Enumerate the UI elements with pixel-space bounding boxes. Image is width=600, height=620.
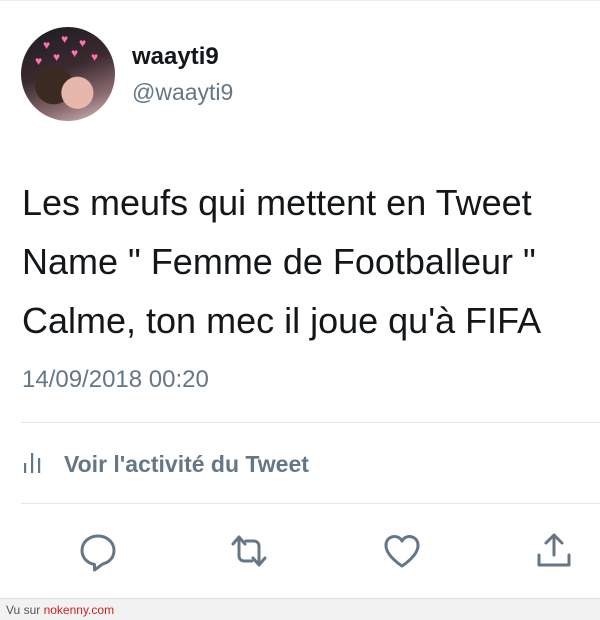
heart-icon: ♥ — [61, 32, 69, 46]
retweet-icon — [227, 535, 271, 577]
tweet-activity-link[interactable]: Voir l'activité du Tweet — [22, 446, 309, 482]
tweet-text-line: Calme, ton mec il joue qu'à FIFA — [22, 300, 542, 341]
tweet-text-line: Les meufs qui mettent en Tweet — [22, 182, 532, 223]
heart-icon: ♥ — [53, 50, 61, 64]
divider — [21, 422, 600, 423]
like-icon — [380, 534, 424, 577]
tweet-text-line: Name " Femme de Footballeur " — [22, 241, 536, 282]
share-icon — [532, 533, 576, 577]
tweet-text: Les meufs qui mettent en Tweet Name " Fe… — [22, 173, 592, 350]
heart-icon: ♥ — [35, 54, 43, 68]
heart-icon: ♥ — [79, 36, 87, 50]
reply-icon — [76, 534, 120, 577]
source-footer: Vu sur nokenny.com — [0, 598, 600, 620]
footer-site-link[interactable]: nokenny.com — [44, 603, 114, 617]
display-name[interactable]: waayti9 — [132, 43, 219, 71]
footer-prefix: Vu sur — [6, 603, 44, 617]
avatar[interactable]: ♥ ♥ ♥ ♥ ♥ ♥ ♥ — [21, 27, 115, 121]
tweet-timestamp[interactable]: 14/09/2018 00:20 — [22, 366, 209, 394]
heart-icon: ♥ — [71, 46, 79, 60]
tweet-actions — [0, 521, 600, 581]
retweet-button[interactable] — [227, 529, 271, 573]
like-button[interactable] — [380, 529, 424, 573]
heart-icon: ♥ — [91, 50, 99, 64]
user-handle[interactable]: @waayti9 — [132, 79, 233, 106]
analytics-icon — [22, 449, 44, 480]
share-button[interactable] — [532, 529, 576, 573]
heart-icon: ♥ — [43, 38, 51, 52]
reply-button[interactable] — [76, 529, 120, 573]
divider — [21, 503, 600, 504]
activity-label: Voir l'activité du Tweet — [64, 450, 309, 477]
tweet-card: ♥ ♥ ♥ ♥ ♥ ♥ ♥ waayti9 @waayti9 Les meufs… — [0, 0, 600, 598]
